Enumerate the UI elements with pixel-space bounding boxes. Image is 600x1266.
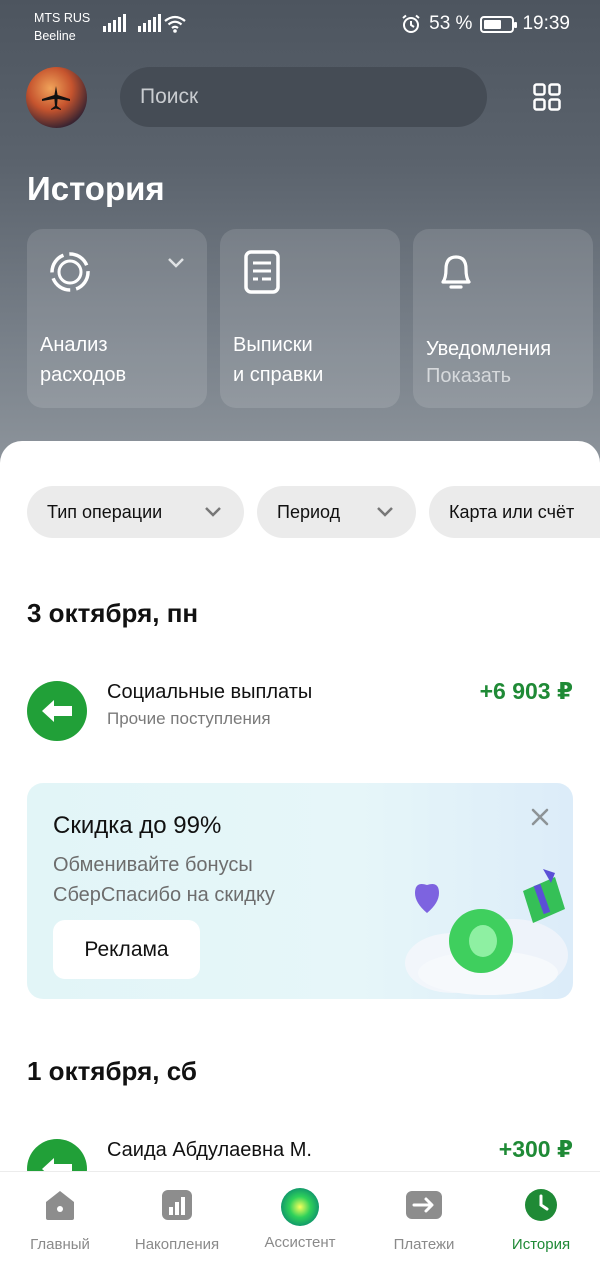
bottom-nav: Главный Накопления Ассистент Платежи Ист…: [0, 1171, 600, 1266]
home-icon: [46, 1191, 74, 1220]
incoming-arrow-icon: [27, 681, 87, 741]
chevron-down-icon: [377, 507, 393, 517]
payments-arrow-icon: [406, 1191, 442, 1219]
filter-label: Тип операции: [47, 501, 163, 522]
history-clock-icon: [525, 1189, 557, 1221]
ad-text-line2: СберСпасибо на скидку: [53, 884, 275, 906]
nav-savings[interactable]: Накопления: [117, 1172, 237, 1266]
bell-icon: [441, 255, 471, 289]
filter-operation-type[interactable]: Тип операции: [27, 486, 244, 538]
chevron-down-icon: [205, 507, 221, 517]
filter-label: Карта или счёт: [449, 501, 575, 522]
assistant-orb-icon: [281, 1188, 319, 1226]
tile-notifications[interactable]: Уведомления Показать: [413, 229, 593, 408]
ad-title: Скидка до 99%: [53, 812, 222, 839]
nav-label: Ассистент: [264, 1234, 336, 1251]
tile-label-line1: Уведомления: [426, 338, 552, 360]
tile-label-line2: расходов: [40, 364, 127, 386]
chevron-down-icon: [168, 258, 184, 268]
battery-percent: 53 %: [429, 13, 473, 34]
wifi-icon: [164, 15, 186, 33]
close-icon[interactable]: [530, 807, 550, 827]
search-input[interactable]: Поиск: [120, 67, 487, 127]
ad-banner[interactable]: Скидка до 99% Обменивайте бонусы СберСпа…: [27, 783, 573, 999]
expenses-ring-icon: [50, 252, 90, 292]
nav-assistant[interactable]: Ассистент: [240, 1172, 360, 1266]
bonus-illustration-icon: [405, 869, 568, 995]
nav-label: Главный: [30, 1236, 90, 1253]
battery-icon: [480, 15, 518, 33]
status-bar: MTS RUS Beeline 53 % 19:39: [0, 0, 600, 50]
avatar[interactable]: [26, 67, 87, 128]
nav-label: Накопления: [134, 1236, 220, 1253]
operation-name: Социальные выплаты: [107, 681, 313, 703]
clock: 19:39: [522, 13, 570, 34]
operation-category: Прочие поступления: [107, 709, 271, 728]
tile-label-line1: Выписки: [233, 334, 313, 356]
signal-icon: [103, 14, 126, 32]
tile-statements[interactable]: Выписки и справки: [220, 229, 400, 408]
operation-amount: +6 903 ₽: [479, 678, 573, 704]
tile-label-line2: Показать: [426, 365, 512, 387]
page-title: История: [27, 170, 165, 207]
nav-label: История: [511, 1236, 571, 1253]
operation-amount: +300 ₽: [498, 1136, 573, 1162]
date-header: 3 октября, пн: [27, 598, 199, 628]
tile-label-line1: Анализ: [40, 334, 108, 356]
carriers: MTS RUS Beeline: [34, 9, 90, 45]
date-header: 1 октября, сб: [27, 1056, 197, 1086]
alarm-icon: [402, 14, 420, 33]
nav-home[interactable]: Главный: [0, 1172, 120, 1266]
savings-chart-icon: [162, 1190, 192, 1220]
document-icon: [244, 250, 280, 294]
grid-menu-icon[interactable]: [533, 83, 561, 111]
ad-button[interactable]: Реклама: [53, 920, 200, 979]
ad-text-line1: Обменивайте бонусы: [53, 854, 253, 876]
nav-payments[interactable]: Платежи: [364, 1172, 484, 1266]
carrier-2: Beeline: [34, 29, 76, 43]
nav-history[interactable]: История: [481, 1172, 600, 1266]
airplane-icon: [42, 86, 70, 110]
carrier-1: MTS RUS: [34, 11, 91, 25]
tile-label-line2: и справки: [233, 364, 324, 386]
operation-row[interactable]: Социальные выплаты Прочие поступления +6…: [0, 678, 600, 745]
filter-label: Период: [277, 501, 341, 522]
tile-expense-analysis[interactable]: Анализ расходов: [27, 229, 207, 408]
operation-name: Саида Абдулаевна М.: [107, 1139, 312, 1161]
filter-card-or-account[interactable]: Карта или счёт: [429, 486, 600, 538]
nav-label: Платежи: [393, 1236, 455, 1253]
filter-period[interactable]: Период: [257, 486, 416, 538]
signal-icon: [138, 14, 161, 32]
